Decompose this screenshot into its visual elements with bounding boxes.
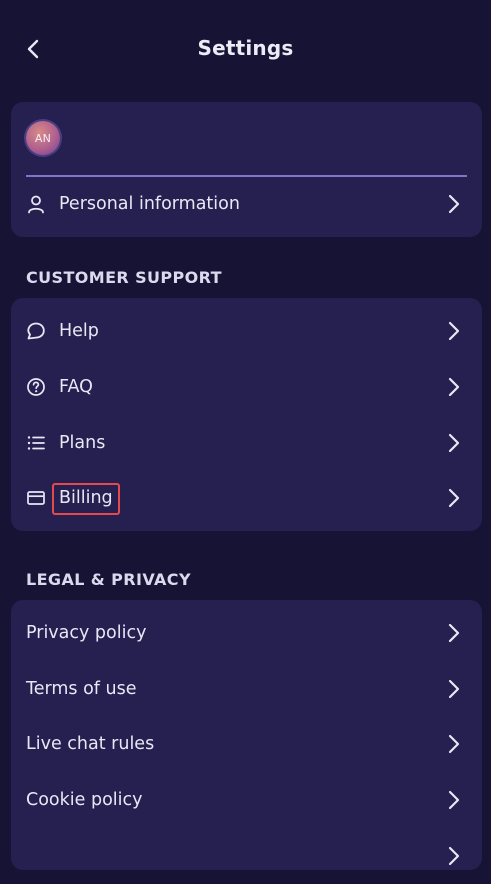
chevron-right-icon (446, 733, 462, 755)
personal-information-label: Personal information (59, 194, 240, 214)
user-icon (26, 194, 46, 214)
billing-highlight-box (52, 483, 120, 515)
legal-privacy-heading: LEGAL & PRIVACY (26, 570, 191, 589)
page-title: Settings (197, 36, 294, 60)
live-chat-rules-row[interactable]: Live chat rules (11, 716, 482, 772)
cookie-policy-label: Cookie policy (26, 790, 143, 810)
customer-support-heading: CUSTOMER SUPPORT (26, 268, 223, 287)
top-bar: Settings (0, 0, 491, 100)
chevron-right-icon (446, 193, 462, 215)
faq-label: FAQ (59, 377, 93, 397)
chevron-right-icon (446, 622, 462, 644)
avatar[interactable]: AN (26, 121, 60, 155)
chevron-right-icon (446, 320, 462, 342)
legal-privacy-card: Privacy policy Terms of use Live chat ru… (11, 600, 482, 870)
faq-row[interactable]: FAQ (11, 359, 482, 415)
card-icon (26, 488, 46, 508)
chevron-right-icon (446, 845, 462, 867)
terms-of-use-row[interactable]: Terms of use (11, 661, 482, 717)
chevron-right-icon (446, 432, 462, 454)
privacy-policy-row[interactable]: Privacy policy (11, 605, 482, 661)
plans-row[interactable]: Plans (11, 415, 482, 471)
privacy-policy-label: Privacy policy (26, 623, 147, 643)
live-chat-rules-label: Live chat rules (26, 734, 155, 754)
plans-label: Plans (59, 433, 106, 453)
help-row[interactable]: Help (11, 303, 482, 359)
chevron-right-icon (446, 789, 462, 811)
question-circle-icon (26, 377, 46, 397)
chevron-right-icon (446, 678, 462, 700)
cookie-policy-row[interactable]: Cookie policy (11, 772, 482, 828)
help-label: Help (59, 321, 99, 341)
terms-of-use-label: Terms of use (26, 679, 137, 699)
profile-card: AN Personal information (11, 102, 482, 237)
chat-bubble-icon (26, 321, 46, 341)
list-icon (26, 433, 46, 453)
personal-information-row[interactable]: Personal information (11, 176, 482, 232)
next-item-row-partial[interactable] (11, 828, 482, 884)
chevron-right-icon (446, 376, 462, 398)
chevron-right-icon (446, 487, 462, 509)
